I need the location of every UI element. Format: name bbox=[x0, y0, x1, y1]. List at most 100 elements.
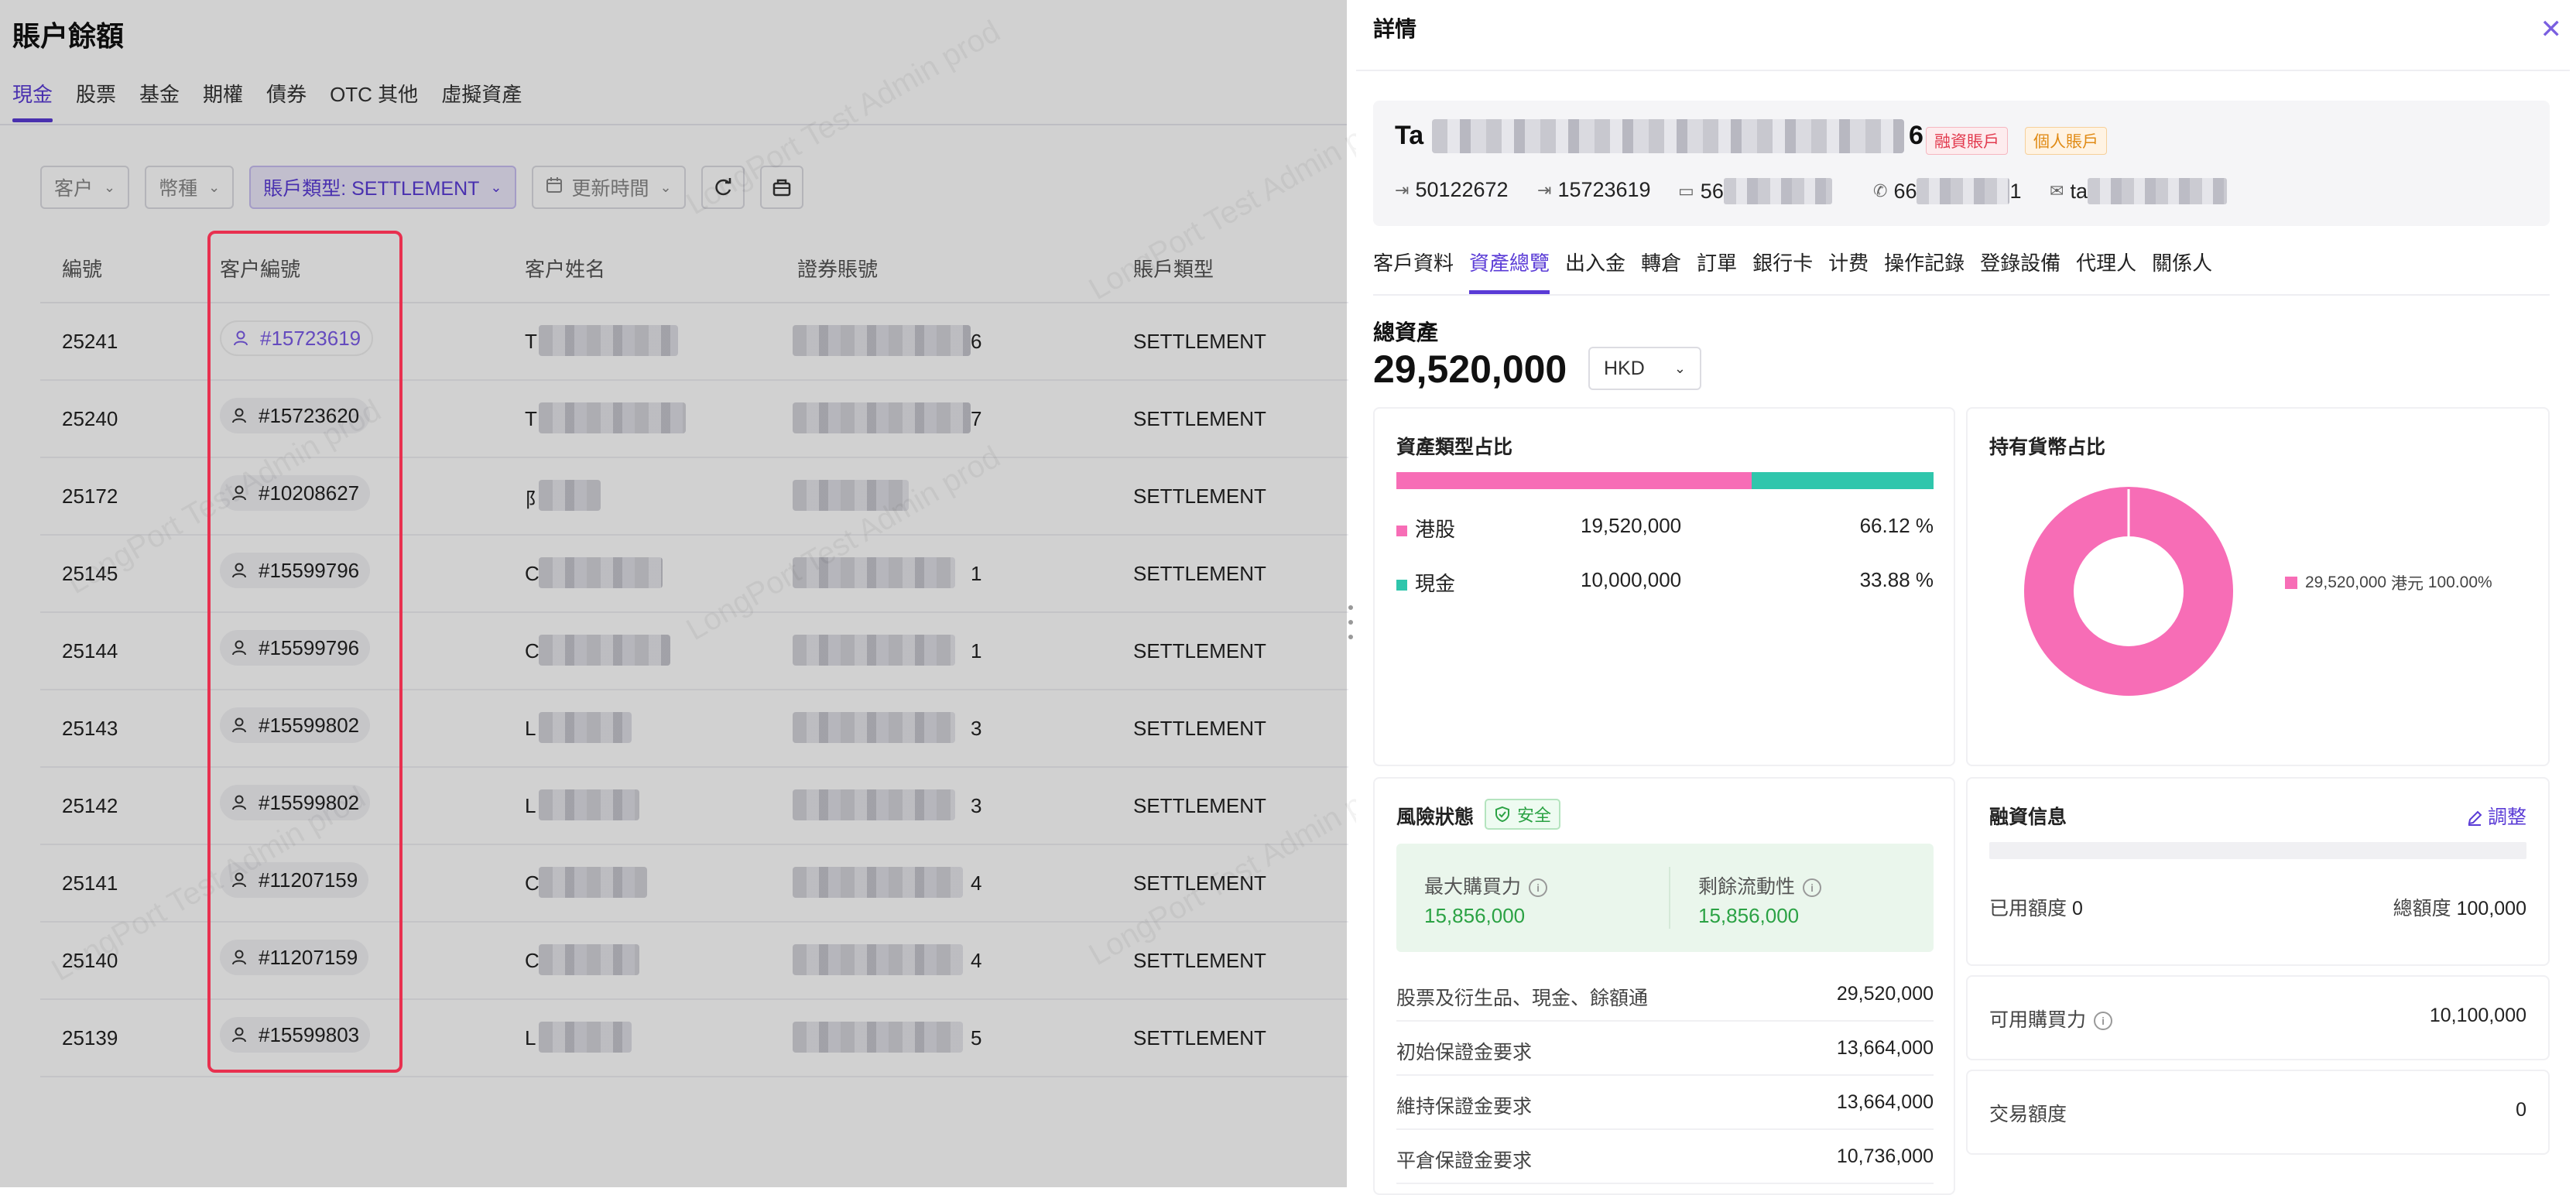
asset-type-row-cash: 現金 10,000,000 33.88 % bbox=[1396, 568, 1934, 596]
account-id-1-value: 50122672 bbox=[1415, 178, 1509, 201]
login-icon: ⇥ bbox=[1537, 180, 1552, 200]
currency-select[interactable]: HKD ⌄ bbox=[1588, 347, 1701, 390]
details-tabs-divider bbox=[1373, 294, 2550, 296]
safe-status-badge: 安全 bbox=[1485, 799, 1561, 830]
available-buying-power-value: 10,100,000 bbox=[2429, 1005, 2526, 1026]
asset-type-pct: 33.88 % bbox=[1859, 568, 1934, 591]
adjust-link[interactable]: 調整 bbox=[2466, 802, 2526, 830]
risk-row-label: 平倉保證金要求 bbox=[1396, 1150, 1533, 1172]
trading-quota-value: 0 bbox=[2516, 1099, 2526, 1121]
tab-transfer[interactable]: 轉倉 bbox=[1641, 248, 1681, 294]
divider bbox=[1669, 867, 1670, 929]
tab-related-persons[interactable]: 關係人 bbox=[2152, 248, 2212, 294]
risk-row: 維持保證金要求 13,664,000 bbox=[1396, 1077, 1934, 1130]
trading-quota-panel: 交易額度 0 bbox=[1966, 1070, 2550, 1155]
max-buying-power-label: 最大購買力 i bbox=[1424, 871, 1548, 899]
account-id-2-value: 15723619 bbox=[1557, 178, 1651, 201]
currency-legend-pct: 100.00% bbox=[2427, 574, 2492, 591]
currency-legend-amount: 29,520,000 bbox=[2305, 574, 2387, 591]
mail-icon: ✉ bbox=[2050, 181, 2064, 200]
risk-row-value: 13,664,000 bbox=[1836, 1091, 1934, 1113]
risk-status-panel: 風險狀態 安全 最大購買力 i 15,856,000 剩餘流動性 i 15,856,… bbox=[1373, 777, 1955, 1195]
tab-agent[interactable]: 代理人 bbox=[2076, 248, 2136, 294]
email: ✉ ta bbox=[2050, 178, 2227, 204]
tab-operation-log[interactable]: 操作記錄 bbox=[1884, 248, 1965, 294]
financing-info-panel: 融資信息 調整 已用額度 0 總額度 100,000 bbox=[1966, 777, 2550, 966]
details-drawer: 詳情 ✕ Ta 6 融資賬戶 個人賬戶 ⇥ 50122672 ⇥ 1572361… bbox=[1356, 8, 2570, 1195]
customer-name-prefix: Ta bbox=[1395, 121, 1424, 150]
tab-customer-info[interactable]: 客戶資料 bbox=[1373, 248, 1454, 294]
tab-billing[interactable]: 计费 bbox=[1828, 248, 1869, 294]
used-quota-value: 0 bbox=[2071, 898, 2083, 919]
asset-bar-hk-stocks bbox=[1396, 472, 1752, 489]
risk-row: 平倉保證金要求 10,736,000 bbox=[1396, 1132, 1934, 1184]
risk-row-value: 13,664,000 bbox=[1836, 1037, 1934, 1059]
client-id-highlight-box bbox=[207, 231, 402, 1073]
info-icon[interactable]: i bbox=[2094, 1012, 2113, 1031]
margin-account-badge: 融資賬戶 bbox=[1926, 127, 2008, 155]
tab-deposit-withdraw[interactable]: 出入金 bbox=[1565, 248, 1625, 294]
legend-swatch bbox=[1396, 526, 1407, 537]
chevron-down-icon: ⌄ bbox=[1673, 360, 1686, 376]
adjust-link-label: 調整 bbox=[2487, 806, 2526, 828]
customer-summary-card: Ta 6 融資賬戶 個人賬戶 ⇥ 50122672 ⇥ 15723619 ▭ 5… bbox=[1373, 101, 2550, 226]
total-assets-value: 29,520,000 bbox=[1373, 348, 1567, 391]
edit-icon bbox=[2468, 810, 2482, 827]
email-prefix: ta bbox=[2070, 179, 2088, 203]
customer-name-masked bbox=[1432, 119, 1904, 153]
risk-status-title: 風險狀態 bbox=[1396, 806, 1475, 828]
risk-row: 初始保證金要求 13,664,000 bbox=[1396, 1023, 1934, 1076]
phone-icon: ✆ bbox=[1873, 181, 1888, 200]
drawer-title: 詳情 bbox=[1373, 17, 1417, 41]
remaining-liquidity-label: 剩餘流動性 i bbox=[1698, 871, 1822, 899]
drawer-header-divider bbox=[1356, 70, 2570, 71]
login-icon: ⇥ bbox=[1395, 180, 1410, 200]
risk-row-value: 29,520,000 bbox=[1836, 983, 1934, 1005]
info-icon[interactable]: i bbox=[1529, 878, 1548, 898]
financing-info-title: 融資信息 bbox=[1989, 806, 2067, 828]
info-icon[interactable]: i bbox=[1803, 878, 1822, 898]
risk-row-label: 初始保證金要求 bbox=[1396, 1042, 1533, 1063]
legend-swatch bbox=[1396, 580, 1407, 591]
risk-row-value: 10,736,000 bbox=[1836, 1145, 1934, 1167]
asset-bar-cash bbox=[1751, 472, 1934, 489]
phone: ✆ 66 1 bbox=[1873, 178, 2022, 204]
risk-row-label: 維持保證金要求 bbox=[1396, 1096, 1533, 1118]
remaining-liquidity-value: 15,856,000 bbox=[1698, 904, 1800, 927]
phone-masked bbox=[1917, 178, 2010, 204]
asset-type-title: 資產類型占比 bbox=[1396, 437, 1513, 458]
asset-type-bar bbox=[1396, 472, 1934, 489]
used-quota: 已用額度 0 bbox=[1989, 893, 2083, 921]
tab-orders[interactable]: 訂單 bbox=[1697, 248, 1737, 294]
legend-swatch bbox=[2285, 577, 2297, 589]
tab-login-devices[interactable]: 登錄設備 bbox=[1980, 248, 2060, 294]
available-buying-power-panel: 可用購買力 i 10,100,000 bbox=[1966, 975, 2550, 1060]
total-quota: 總額度 100,000 bbox=[2393, 893, 2526, 921]
asset-type-amount: 10,000,000 bbox=[1581, 568, 1682, 591]
id-card-icon: ▭ bbox=[1678, 181, 1694, 200]
safe-status-text: 安全 bbox=[1517, 806, 1552, 825]
asset-type-amount: 19,520,000 bbox=[1581, 514, 1682, 537]
id-card-masked bbox=[1723, 178, 1832, 204]
asset-type-panel: 資產類型占比 港股 19,520,000 66.12 % 現金 10,000,0… bbox=[1373, 407, 1955, 766]
currency-donut-chart bbox=[2024, 487, 2233, 696]
total-quota-label: 總額度 bbox=[2393, 898, 2451, 919]
details-tabs: 客戶資料 資產總覽 出入金 轉倉 訂單 銀行卡 计费 操作記錄 登錄設備 代理人… bbox=[1373, 248, 2228, 294]
currency-select-value: HKD bbox=[1604, 357, 1645, 379]
account-id-2: ⇥ 15723619 bbox=[1537, 178, 1651, 202]
account-id-1: ⇥ 50122672 bbox=[1395, 178, 1509, 202]
modal-overlay[interactable] bbox=[0, 0, 1347, 1187]
personal-account-badge: 個人賬戶 bbox=[2025, 127, 2107, 155]
currency-share-title: 持有貨幣占比 bbox=[1989, 437, 2106, 458]
drawer-resize-handle[interactable] bbox=[1348, 605, 1353, 639]
close-icon[interactable]: ✕ bbox=[2540, 14, 2563, 45]
total-quota-value: 100,000 bbox=[2456, 898, 2526, 919]
available-buying-power-label: 可用購買力 i bbox=[1989, 1005, 2113, 1032]
buying-power-summary: 最大購買力 i 15,856,000 剩餘流動性 i 15,856,000 bbox=[1396, 844, 1934, 952]
tab-asset-overview[interactable]: 資產總覽 bbox=[1469, 248, 1550, 294]
tab-bank-card[interactable]: 銀行卡 bbox=[1752, 248, 1813, 294]
currency-legend: 29,520,000 港元 100.00% bbox=[2285, 571, 2492, 594]
risk-row-label: 股票及衍生品、現金、餘額通 bbox=[1396, 988, 1649, 1009]
asset-type-row-hk-stocks: 港股 19,520,000 66.12 % bbox=[1396, 514, 1934, 542]
risk-row: 股票及衍生品、現金、餘額通 29,520,000 bbox=[1396, 969, 1934, 1022]
